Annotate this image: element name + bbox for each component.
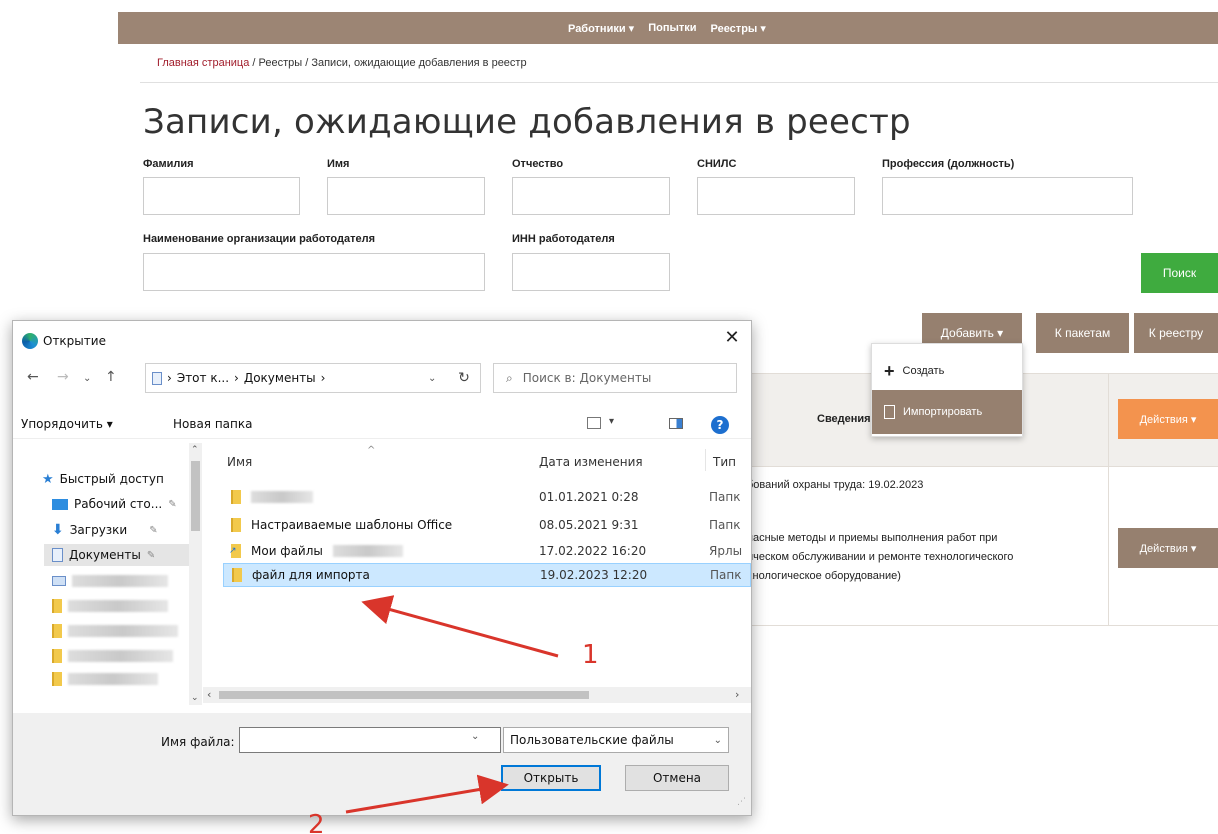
annotation-step-1: 1 bbox=[582, 640, 599, 670]
annotation-arrow-2 bbox=[345, 774, 509, 814]
annotation-arrows bbox=[345, 595, 559, 814]
annotation-arrow-1 bbox=[361, 595, 559, 658]
annotation-step-2: 2 bbox=[308, 810, 325, 834]
